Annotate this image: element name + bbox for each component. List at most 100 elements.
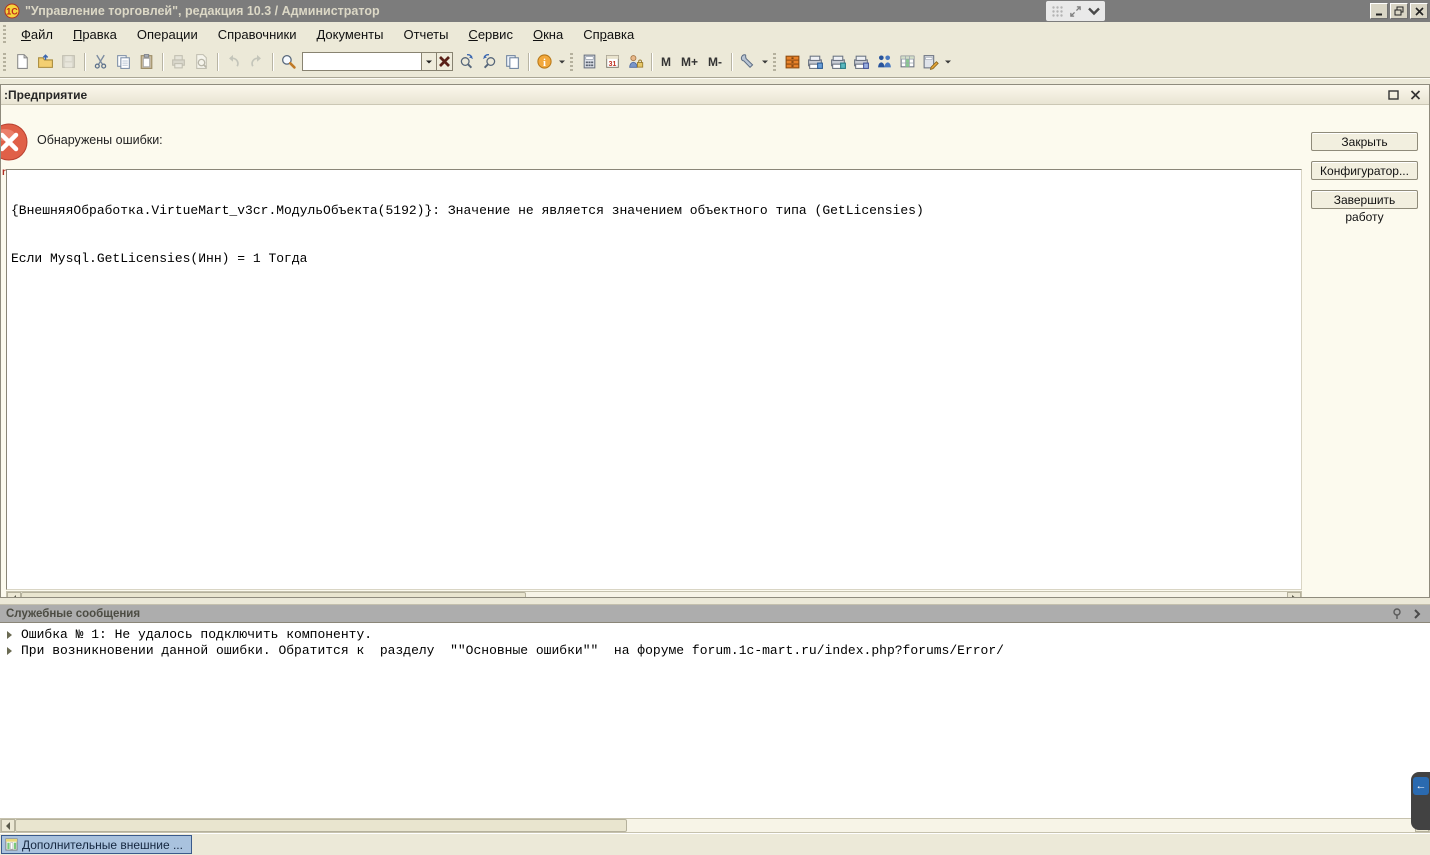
- minimize-button[interactable]: [1370, 3, 1388, 19]
- dialog-maximize-button[interactable]: [1385, 88, 1401, 102]
- tab-label: Дополнительные внешние ...: [22, 838, 183, 852]
- scroll-right-button[interactable]: [1287, 592, 1301, 598]
- scroll-left-button[interactable]: [7, 592, 21, 598]
- scrollbar-track[interactable]: [627, 819, 1415, 832]
- find-next-button[interactable]: [455, 50, 478, 73]
- chevron-right-icon[interactable]: [1412, 609, 1422, 619]
- toolbar-grip-handle[interactable]: [570, 53, 573, 71]
- memory-recall-button[interactable]: M: [656, 50, 676, 73]
- close-button[interactable]: [1410, 3, 1428, 19]
- fiscal-printer-2-button[interactable]: [827, 50, 850, 73]
- menu-item-windows[interactable]: Окна: [523, 24, 573, 45]
- menu-item-catalogs[interactable]: Справочники: [208, 24, 307, 45]
- calendar-button[interactable]: 31: [601, 50, 624, 73]
- undo-button[interactable]: [222, 50, 245, 73]
- scrollbar-track[interactable]: [526, 592, 1287, 598]
- calc-edit-menu-button[interactable]: [942, 50, 953, 73]
- service-message-row[interactable]: Ошибка № 1: Не удалось подключить компон…: [0, 627, 1430, 643]
- app-1c-icon: 1C: [4, 3, 20, 19]
- paste-button[interactable]: [135, 50, 158, 73]
- service-messages-header[interactable]: Служебные сообщения: [0, 604, 1430, 622]
- service-settings-button[interactable]: [736, 50, 759, 73]
- open-button[interactable]: [34, 50, 57, 73]
- menubar-grip-handle[interactable]: [3, 25, 6, 43]
- calculator-button[interactable]: [578, 50, 601, 73]
- message-bullet-icon: [7, 631, 16, 639]
- menu-item-reports[interactable]: Отчеты: [393, 24, 458, 45]
- fiscal-printer-1-button[interactable]: [804, 50, 827, 73]
- price-table-button[interactable]: [896, 50, 919, 73]
- find-button[interactable]: [277, 50, 300, 73]
- redo-button[interactable]: [245, 50, 268, 73]
- print-preview-button[interactable]: [190, 50, 213, 73]
- memory-plus-button[interactable]: M+: [676, 50, 703, 73]
- menu-item-help[interactable]: Справка: [573, 24, 644, 45]
- message-bullet-icon: [7, 647, 16, 655]
- scrollbar-thumb[interactable]: [21, 592, 526, 598]
- duplicate-button[interactable]: [501, 50, 524, 73]
- application-window: { "titlebar": { "title": "\"Управление т…: [0, 0, 1430, 855]
- window-tabs-bar: Дополнительные внешние ...: [0, 833, 1430, 855]
- cash-drawer-button[interactable]: [781, 50, 804, 73]
- menu-item-file[interactable]: Файл: [11, 24, 63, 45]
- toolbar-separator: [272, 53, 273, 71]
- grid-dots-icon[interactable]: [1050, 4, 1065, 19]
- error-text-area[interactable]: {ВнешняяОбработка.VirtueMart_v3cr.Модуль…: [6, 169, 1302, 590]
- menu-items: ФайлПравкаОперацииСправочникиДокументыОт…: [11, 24, 644, 45]
- dialog-close-button[interactable]: [1407, 88, 1423, 102]
- messages-horizontal-scrollbar[interactable]: [0, 818, 1430, 833]
- scrollbar-thumb[interactable]: [15, 819, 627, 832]
- toolbar-grip-handle[interactable]: [773, 53, 776, 71]
- scroll-left-button[interactable]: [1, 819, 15, 832]
- copy-button[interactable]: [112, 50, 135, 73]
- print-button[interactable]: [167, 50, 190, 73]
- service-messages-list: Ошибка № 1: Не удалось подключить компон…: [0, 622, 1430, 818]
- service-message-row[interactable]: При возникновении данной ошибки. Обратит…: [0, 643, 1430, 659]
- tab-additional-external[interactable]: Дополнительные внешние ...: [1, 835, 192, 854]
- menu-item-documents[interactable]: Документы: [306, 24, 393, 45]
- overlay-widget[interactable]: [1046, 1, 1105, 21]
- menu-item-edit[interactable]: Правка: [63, 24, 127, 45]
- error-summary-label: Обнаружены ошибки:: [37, 133, 163, 147]
- search-combobox: [302, 52, 453, 71]
- service-messages-title: Служебные сообщения: [6, 608, 1382, 620]
- find-previous-button[interactable]: [478, 50, 501, 73]
- menu-item-operations[interactable]: Операции: [127, 24, 208, 45]
- dialog-title: :Предприятие: [4, 88, 1379, 102]
- menu-item-tools[interactable]: Сервис: [458, 24, 523, 45]
- message-text: При возникновении данной ошибки. Обратит…: [21, 643, 1004, 659]
- pin-icon[interactable]: [1392, 608, 1402, 620]
- window-controls: [1370, 3, 1428, 19]
- cut-button[interactable]: [89, 50, 112, 73]
- user-permissions-button[interactable]: [624, 50, 647, 73]
- dialog-horizontal-scrollbar[interactable]: [6, 591, 1302, 598]
- expand-icon[interactable]: [1068, 4, 1083, 19]
- calc-edit-button[interactable]: [919, 50, 942, 73]
- dialog-titlebar[interactable]: :Предприятие: [1, 85, 1429, 105]
- toolbar-separator: [528, 53, 529, 71]
- toolbar-separator: [731, 53, 732, 71]
- search-dropdown-button[interactable]: [421, 52, 437, 71]
- arrow-left-icon[interactable]: ←: [1413, 777, 1429, 795]
- close-button[interactable]: Закрыть: [1311, 132, 1418, 151]
- search-clear-button[interactable]: [437, 52, 453, 71]
- restore-button[interactable]: [1390, 3, 1408, 19]
- service-settings-menu-button[interactable]: [759, 50, 770, 73]
- screen-overlay-flap[interactable]: ←: [1411, 772, 1430, 830]
- configurator-button[interactable]: Конфигуратор...: [1311, 161, 1418, 180]
- memory-minus-button[interactable]: M-: [703, 50, 727, 73]
- error-dialog: :Предприятие Обнаружены ошибки: Закрыть …: [0, 84, 1430, 598]
- toolbar-separator: [162, 53, 163, 71]
- info-button[interactable]: i: [533, 50, 556, 73]
- new-document-button[interactable]: [11, 50, 34, 73]
- toolbar-separator: [84, 53, 85, 71]
- info-menu-button[interactable]: [556, 50, 567, 73]
- fiscal-printer-3-button[interactable]: [850, 50, 873, 73]
- exit-button[interactable]: Завершить работу: [1311, 190, 1418, 209]
- save-button[interactable]: [57, 50, 80, 73]
- toolbar-separator: [651, 53, 652, 71]
- chevron-down-icon[interactable]: [1086, 4, 1101, 19]
- search-input[interactable]: [302, 52, 421, 71]
- counterparties-button[interactable]: [873, 50, 896, 73]
- toolbar-grip-handle[interactable]: [3, 53, 6, 71]
